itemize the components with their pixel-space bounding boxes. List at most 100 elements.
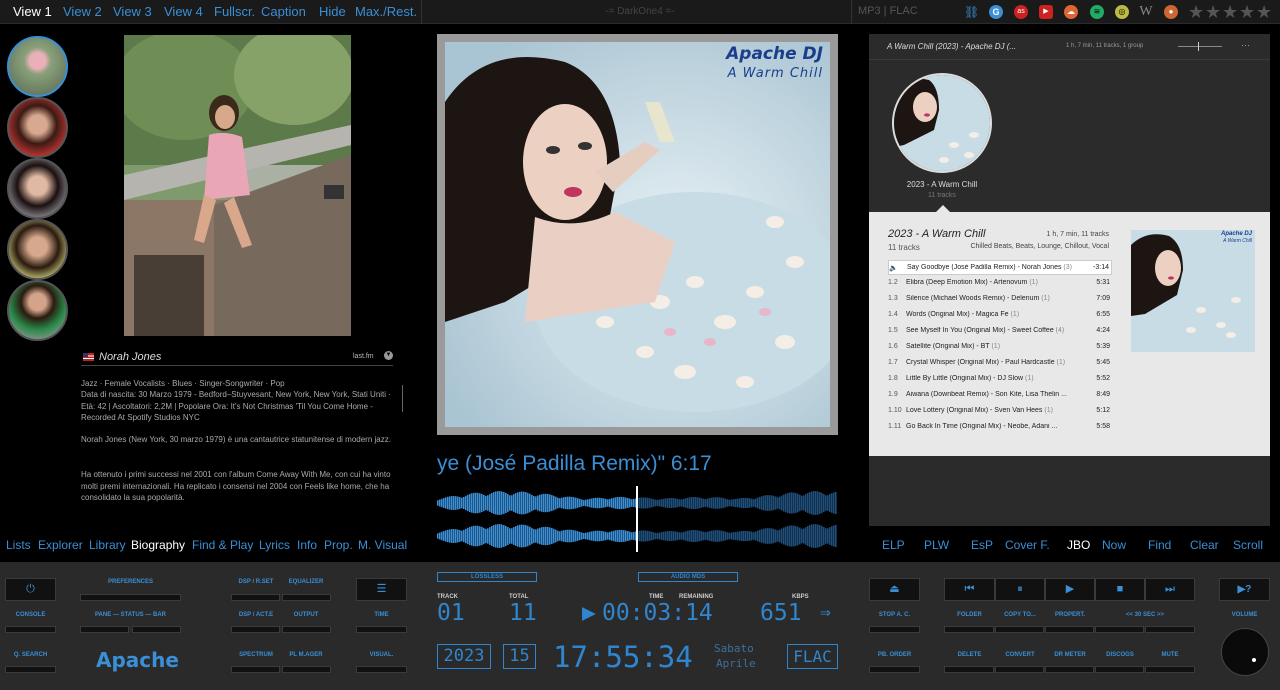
equalizer-button[interactable] bbox=[282, 594, 331, 601]
tab-view-4[interactable]: View 4 bbox=[164, 4, 203, 19]
tab-view-1[interactable]: View 1 bbox=[13, 4, 52, 19]
zoom-slider-handle[interactable] bbox=[1198, 42, 1199, 51]
pause-icon[interactable]: ⏸ bbox=[995, 578, 1045, 601]
quick-search-button[interactable] bbox=[5, 666, 56, 673]
folder-button[interactable] bbox=[944, 626, 994, 633]
chevron-down-icon[interactable]: ▼ bbox=[384, 351, 393, 360]
menu-icon[interactable]: ☰ bbox=[356, 578, 407, 601]
artist-thumbnail[interactable] bbox=[7, 280, 68, 341]
help-icon[interactable]: ▶? bbox=[1219, 578, 1270, 601]
track-row[interactable]: 1.8 Little By Little (Original Mix) - DJ … bbox=[888, 372, 1112, 387]
hide-button[interactable]: Hide bbox=[319, 4, 346, 19]
nav-scroll[interactable]: Scroll bbox=[1233, 538, 1263, 552]
artist-thumbnail[interactable] bbox=[7, 219, 68, 280]
track-row[interactable]: 1.2 Elibra (Deep Emotion Mix) - Artenovum… bbox=[888, 276, 1112, 291]
artist-thumbnail[interactable] bbox=[7, 158, 68, 219]
more-options-icon[interactable]: ··· bbox=[1241, 40, 1250, 50]
delete-button[interactable] bbox=[944, 666, 994, 673]
nav-properties[interactable]: Prop. bbox=[324, 538, 353, 552]
play-icon[interactable]: ▶ bbox=[1045, 578, 1095, 601]
tab-view-3[interactable]: View 3 bbox=[113, 4, 152, 19]
volume-knob[interactable] bbox=[1221, 628, 1269, 676]
previous-track-icon[interactable]: ⏮ bbox=[944, 578, 995, 601]
rating-star-icon[interactable]: ★ bbox=[1222, 2, 1238, 23]
album-art[interactable]: Apache DJ A Warm Chill bbox=[1131, 230, 1255, 352]
track-row[interactable]: 🔈 Say Goodbye (José Padilla Remix) - Nora… bbox=[888, 260, 1112, 275]
copy-to-button[interactable] bbox=[995, 626, 1044, 633]
fullscreen-button[interactable]: Fullscr. bbox=[214, 4, 255, 19]
seek-forward-button[interactable] bbox=[1145, 626, 1195, 633]
dsp-active-button[interactable] bbox=[231, 626, 280, 633]
source-link[interactable]: last.fm bbox=[353, 353, 374, 360]
spectrum-button[interactable] bbox=[231, 666, 280, 673]
stop-icon[interactable]: ■ bbox=[1095, 578, 1145, 601]
status-bar-button[interactable] bbox=[132, 626, 181, 633]
maximize-restore-button[interactable]: Max./Rest. bbox=[355, 4, 417, 19]
rating-star-icon[interactable]: ★ bbox=[1205, 2, 1221, 23]
track-row[interactable]: 1.10 Love Lottery (Original Mix) - Sven V… bbox=[888, 404, 1112, 419]
visual-button[interactable] bbox=[356, 666, 407, 673]
nav-find-play[interactable]: Find & Play bbox=[192, 538, 253, 552]
playlist-manager-button[interactable] bbox=[282, 666, 331, 673]
discogs-icon[interactable]: ◎ bbox=[1115, 5, 1129, 19]
nav-esp[interactable]: EsP bbox=[971, 538, 993, 552]
properties-button[interactable] bbox=[1045, 626, 1094, 633]
nav-explorer[interactable]: Explorer bbox=[38, 538, 83, 552]
nav-lyrics[interactable]: Lyrics bbox=[259, 538, 290, 552]
convert-button[interactable] bbox=[995, 666, 1044, 673]
wikipedia-icon[interactable]: W bbox=[1139, 5, 1153, 19]
spotify-icon[interactable]: ≋ bbox=[1090, 5, 1104, 19]
track-row[interactable]: 1.6 Satellite (Original Mix) - BT (1) 5:39 bbox=[888, 340, 1112, 355]
zoom-slider[interactable] bbox=[1178, 46, 1222, 47]
mute-button[interactable] bbox=[1145, 666, 1195, 673]
playback-order-button[interactable] bbox=[869, 666, 920, 673]
nav-cover-f[interactable]: Cover F. bbox=[1005, 538, 1050, 552]
track-row[interactable]: 1.3 Silence (Michael Woods Remix) - Deler… bbox=[888, 292, 1112, 307]
artist-thumbnail[interactable] bbox=[7, 97, 68, 158]
artist-thumbnail[interactable] bbox=[7, 36, 68, 97]
preferences-button[interactable] bbox=[80, 594, 181, 601]
power-button[interactable]: ⏻ bbox=[5, 578, 56, 601]
soundcloud-icon[interactable]: ☁ bbox=[1064, 5, 1078, 19]
eject-icon[interactable]: ⏏ bbox=[869, 578, 920, 601]
pane-button[interactable] bbox=[80, 626, 129, 633]
nav-now[interactable]: Now bbox=[1102, 538, 1126, 552]
nav-jbo[interactable]: JBO bbox=[1067, 538, 1090, 552]
lastfm-icon[interactable]: as bbox=[1014, 5, 1028, 19]
nav-elp[interactable]: ELP bbox=[882, 538, 905, 552]
nav-lists[interactable]: Lists bbox=[6, 538, 31, 552]
tab-view-2[interactable]: View 2 bbox=[63, 4, 102, 19]
rating-star-icon[interactable]: ★ bbox=[1239, 2, 1255, 23]
scrollbar[interactable] bbox=[402, 385, 403, 412]
nav-plw[interactable]: PLW bbox=[924, 538, 949, 552]
album-thumbnail[interactable] bbox=[892, 73, 992, 173]
caption-button[interactable]: Caption bbox=[261, 4, 306, 19]
next-track-icon[interactable]: ⏭ bbox=[1145, 578, 1195, 601]
console-button[interactable] bbox=[5, 626, 56, 633]
dr-meter-button[interactable] bbox=[1045, 666, 1094, 673]
waveform-seekbar[interactable] bbox=[437, 486, 837, 552]
time-button[interactable] bbox=[356, 626, 407, 633]
track-row[interactable]: 1.11 Go Back In Time (Original Mix) - Neo… bbox=[888, 420, 1112, 435]
nav-find[interactable]: Find bbox=[1148, 538, 1171, 552]
google-icon[interactable]: G bbox=[989, 5, 1003, 19]
youtube-icon[interactable]: ▶ bbox=[1039, 5, 1053, 19]
track-row[interactable]: 1.4 Words (Original Mix) - Magica Fe (1) 6… bbox=[888, 308, 1112, 323]
discogs-button[interactable] bbox=[1095, 666, 1144, 673]
track-row[interactable]: 1.5 See Myself In You (Original Mix) - Sw… bbox=[888, 324, 1112, 339]
nav-library[interactable]: Library bbox=[89, 538, 126, 552]
output-button[interactable] bbox=[282, 626, 331, 633]
rating-star-icon[interactable]: ★ bbox=[1188, 2, 1204, 23]
musicbrainz-icon[interactable]: ● bbox=[1164, 5, 1178, 19]
nav-biography[interactable]: Biography bbox=[131, 538, 185, 552]
stop-after-current-button[interactable] bbox=[869, 626, 920, 633]
track-row[interactable]: 1.9 Aiwana (Downbeat Remix) - Son Kite, L… bbox=[888, 388, 1112, 403]
seek-back-button[interactable] bbox=[1095, 626, 1144, 633]
dsp-reset-button[interactable] bbox=[231, 594, 280, 601]
rating-star-icon[interactable]: ★ bbox=[1256, 2, 1272, 23]
playhead[interactable] bbox=[636, 486, 638, 552]
nav-clear[interactable]: Clear bbox=[1190, 538, 1219, 552]
album-cover[interactable]: Apache DJ A Warm Chill bbox=[445, 42, 830, 427]
link-icon[interactable]: ⛓ bbox=[964, 5, 979, 19]
nav-info[interactable]: Info bbox=[297, 538, 317, 552]
